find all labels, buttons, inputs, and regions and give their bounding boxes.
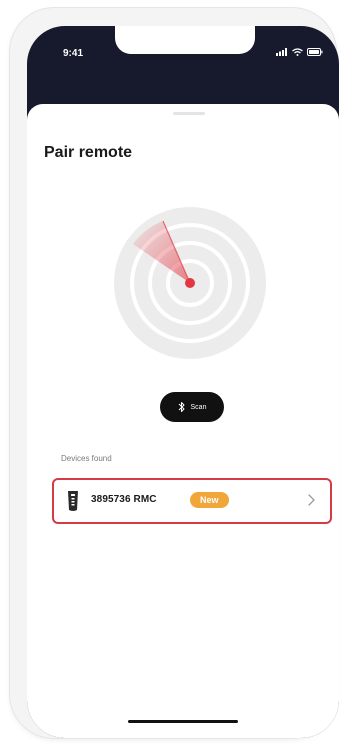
devices-found-label: Devices found [61,454,112,463]
remote-icon [68,491,78,511]
pair-remote-sheet: Pair remote Scan Devices found 3895736 R… [27,104,339,738]
scan-button[interactable]: Scan [160,392,224,422]
sheet-grabber[interactable] [173,112,205,115]
battery-icon [307,48,323,56]
bluetooth-icon [178,402,185,412]
status-icons [276,48,323,56]
scan-label: Scan [190,403,207,411]
signal-icon [276,48,287,56]
device-name: 3895736 RMC [91,494,157,505]
device-list-item[interactable]: 3895736 RMC New [52,478,332,524]
page-title: Pair remote [44,144,133,161]
wifi-icon [292,48,303,56]
chevron-right-icon [308,494,315,506]
radar-center-dot [185,278,195,288]
new-badge: New [190,492,229,508]
status-bar: 9:41 [27,26,339,96]
phone-frame: 9:41 Pair remote Scan Devices found 3895… [10,8,339,738]
notch [115,26,255,54]
status-time: 9:41 [63,48,84,59]
home-indicator[interactable] [128,720,238,723]
radar-scanner [114,207,266,359]
phone-screen: 9:41 Pair remote Scan Devices found 3895… [27,26,339,738]
